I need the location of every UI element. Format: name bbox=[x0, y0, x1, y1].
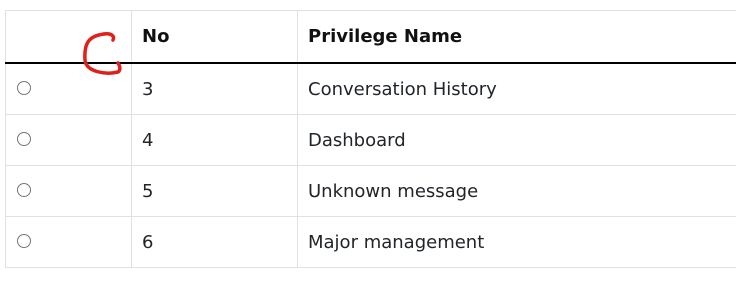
row-select-cell bbox=[5, 63, 132, 115]
row-no: 5 bbox=[131, 165, 298, 217]
row-radio-button[interactable] bbox=[17, 131, 31, 146]
row-radio-button[interactable] bbox=[17, 233, 31, 248]
row-privilege-name: Conversation History bbox=[297, 63, 736, 115]
table-body: 3 Conversation History 4 Dashboard 5 Unk… bbox=[5, 63, 736, 268]
row-privilege-name: Unknown message bbox=[297, 165, 736, 217]
header-select bbox=[5, 10, 132, 64]
table-header: No Privilege Name bbox=[5, 10, 736, 64]
row-privilege-name: Major management bbox=[297, 216, 736, 268]
header-no[interactable]: No bbox=[131, 10, 298, 64]
row-radio-button[interactable] bbox=[17, 182, 31, 197]
row-select-cell bbox=[5, 165, 132, 217]
privilege-table: No Privilege Name 3 Conversation History… bbox=[5, 10, 736, 268]
row-radio-button[interactable] bbox=[17, 80, 31, 95]
privilege-table-container: No Privilege Name 3 Conversation History… bbox=[5, 10, 736, 268]
header-privilege-name[interactable]: Privilege Name bbox=[297, 10, 736, 64]
table-row[interactable]: 6 Major management bbox=[5, 216, 736, 268]
table-row[interactable]: 3 Conversation History bbox=[5, 63, 736, 115]
row-select-cell bbox=[5, 216, 132, 268]
table-row[interactable]: 4 Dashboard bbox=[5, 114, 736, 166]
row-no: 6 bbox=[131, 216, 298, 268]
row-no: 3 bbox=[131, 63, 298, 115]
row-privilege-name: Dashboard bbox=[297, 114, 736, 166]
row-no: 4 bbox=[131, 114, 298, 166]
row-select-cell bbox=[5, 114, 132, 166]
table-row[interactable]: 5 Unknown message bbox=[5, 165, 736, 217]
header-row: No Privilege Name bbox=[5, 10, 736, 64]
